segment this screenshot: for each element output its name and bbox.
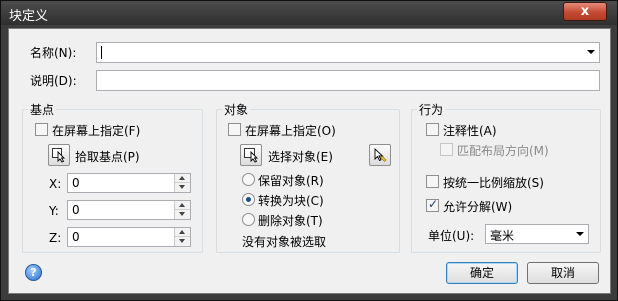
convert-to-block-label: 转换为块(C) [258, 194, 324, 208]
selection-status: 没有对象被选取 [242, 235, 327, 249]
quick-select-button[interactable] [369, 144, 391, 166]
units-value: 毫米 [490, 229, 515, 243]
description-label: 说明(D): [30, 74, 77, 88]
allow-exploding-checkbox[interactable] [426, 197, 439, 212]
x-value: 0 [72, 176, 80, 190]
z-value: 0 [72, 230, 80, 244]
objects-title: 对象 [222, 101, 251, 118]
annotative-label: 注释性(A) [443, 124, 497, 138]
name-combobox[interactable] [96, 42, 600, 63]
select-objects-label: 选择对象(E) [268, 150, 333, 164]
z-input[interactable]: 0 [67, 227, 191, 247]
base-specify-onscreen-label: 在屏幕上指定(F) [52, 124, 141, 138]
text-caret [101, 46, 102, 59]
pick-point-icon [52, 148, 66, 163]
pick-point-button[interactable] [48, 144, 70, 166]
y-input[interactable]: 0 [67, 200, 191, 220]
behavior-title: 行为 [417, 101, 446, 118]
objects-specify-onscreen-checkbox[interactable] [228, 123, 241, 136]
delete-objects-radio[interactable] [242, 213, 255, 226]
y-label: Y: [49, 204, 59, 218]
objects-specify-onscreen-label: 在屏幕上指定(O) [245, 124, 336, 138]
title-bar[interactable]: 块定义 x [1, 1, 617, 25]
x-spinner[interactable] [174, 174, 190, 192]
units-label: 单位(U): [428, 229, 475, 243]
name-label: 名称(N): [30, 46, 77, 60]
base-point-title: 基点 [28, 101, 57, 118]
chevron-down-icon[interactable] [587, 50, 595, 54]
spin-up-icon[interactable] [175, 174, 190, 183]
block-definition-dialog: 块定义 x 名称(N): 说明(D): 基点 在屏幕上指定(F) 拾取基点(P)… [0, 0, 618, 301]
retain-objects-label: 保留对象(R) [258, 174, 324, 188]
dialog-title: 块定义 [9, 9, 49, 24]
match-orientation-label: 匹配布局方向(M) [457, 144, 549, 158]
z-spinner[interactable] [174, 228, 190, 246]
annotative-checkbox[interactable] [426, 123, 439, 136]
units-select[interactable]: 毫米 [485, 224, 589, 244]
quick-select-icon [374, 147, 387, 162]
x-label: X: [49, 177, 62, 191]
close-button[interactable]: x [563, 2, 607, 21]
cancel-button[interactable]: 取消 [527, 262, 599, 284]
scale-uniformly-label: 按统一比例缩放(S) [443, 176, 544, 190]
base-specify-onscreen-checkbox[interactable] [35, 123, 48, 136]
ok-button[interactable]: 确定 [446, 262, 518, 284]
delete-objects-label: 删除对象(T) [258, 214, 323, 228]
select-objects-button[interactable] [240, 144, 262, 166]
y-value: 0 [72, 203, 80, 217]
help-icon[interactable]: ? [25, 264, 42, 281]
select-objects-icon [244, 148, 259, 163]
match-orientation-checkbox[interactable] [440, 143, 453, 156]
spin-up-icon[interactable] [175, 228, 190, 237]
allow-exploding-label: 允许分解(W) [443, 200, 513, 214]
chevron-down-icon[interactable] [576, 232, 584, 236]
z-label: Z: [49, 231, 62, 245]
convert-to-block-radio[interactable] [242, 193, 255, 206]
spin-down-icon[interactable] [175, 183, 190, 192]
y-spinner[interactable] [174, 201, 190, 219]
spin-down-icon[interactable] [175, 210, 190, 219]
retain-objects-radio[interactable] [242, 173, 255, 186]
description-input[interactable] [96, 70, 600, 91]
x-input[interactable]: 0 [67, 173, 191, 193]
spin-up-icon[interactable] [175, 201, 190, 210]
scale-uniformly-checkbox[interactable] [426, 175, 439, 188]
pick-point-label: 拾取基点(P) [75, 150, 140, 164]
spin-down-icon[interactable] [175, 237, 190, 246]
dialog-body: 名称(N): 说明(D): 基点 在屏幕上指定(F) 拾取基点(P) X: 0 [8, 28, 611, 294]
